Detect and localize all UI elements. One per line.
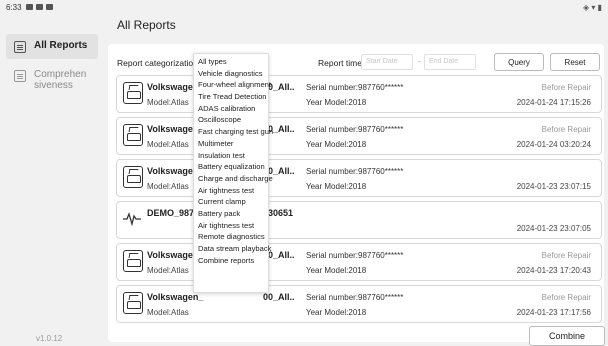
dropdown-option[interactable]: Multimeter (194, 138, 268, 150)
pulse-waveform-icon (123, 212, 141, 226)
dropdown-option[interactable]: Oscilloscope (194, 114, 268, 126)
report-time: 2024-01-24 17:15:26 (516, 98, 591, 107)
report-card[interactable]: Volkswagen_ 00_All.. Model:Atlas Serial n… (116, 75, 602, 113)
report-card[interactable]: Volkswagen_ 00_All.. Model:Atlas Serial n… (116, 243, 602, 281)
report-status: Before Repair (541, 125, 591, 134)
report-list-icon (14, 70, 26, 82)
sidebar: All Reports Comprehen siveness v1.0.12 (0, 14, 104, 346)
report-name: Volkswagen_ 00_All.. (147, 292, 295, 302)
page-title: All Reports (117, 18, 176, 32)
report-model: Model:Atlas (147, 140, 189, 149)
categorization-label: Report categorization (117, 58, 198, 68)
report-year: Year Model:2018 (306, 140, 367, 149)
dropdown-option[interactable]: ADAS calibration (194, 103, 268, 115)
dropdown-option[interactable]: Remote diagnostics (194, 231, 268, 243)
status-time: 6:33 (6, 2, 22, 12)
dropdown-option[interactable]: Battery pack (194, 208, 268, 220)
report-card[interactable]: Volkswagen_ 00_All.. Model:Atlas Serial n… (116, 159, 602, 197)
dropdown-option[interactable]: Current clamp (194, 196, 268, 208)
report-model: Model:Atlas (147, 308, 189, 317)
vehicle-diagnostics-icon (123, 292, 143, 314)
report-serial: Serial number:987760****** (306, 293, 404, 302)
dropdown-option[interactable]: All types (194, 56, 268, 68)
dropdown-option[interactable]: Four-wheel alignment (194, 79, 271, 91)
dropdown-option[interactable]: Insulation test (194, 150, 268, 162)
dropdown-option[interactable]: Fast charging test gun (194, 126, 273, 138)
dropdown-option[interactable]: Air tightness test (194, 185, 268, 197)
report-year: Year Model:2018 (306, 182, 367, 191)
dropdown-option[interactable]: Air tightness test (194, 220, 268, 232)
report-time-label: Report time (318, 58, 362, 68)
report-card[interactable]: Volkswagen_ 00_All.. Model:Atlas Serial n… (116, 285, 602, 323)
report-model: Model:Atlas (147, 266, 189, 275)
query-button[interactable]: Query (494, 53, 544, 71)
report-serial: Serial number:987760****** (306, 251, 404, 260)
report-serial: Serial number:987760****** (306, 125, 404, 134)
report-serial: Serial number:987760****** (306, 167, 404, 176)
vehicle-diagnostics-icon (123, 250, 143, 272)
report-list-icon (14, 41, 26, 53)
report-status: Before Repair (541, 251, 591, 260)
sidebar-item-comprehensiveness[interactable]: Comprehen siveness (6, 63, 98, 97)
end-date-input[interactable]: End Date (424, 54, 476, 70)
notification-icons (25, 4, 53, 10)
report-year: Year Model:2018 (306, 266, 367, 275)
sidebar-item-label: Comprehen siveness (34, 69, 87, 91)
report-year: Year Model:2018 (306, 98, 367, 107)
status-bar: 6:33 ◈ ▾ ▮ (0, 0, 608, 14)
start-date-input[interactable]: Start Date (361, 54, 413, 70)
vehicle-diagnostics-icon (123, 166, 143, 188)
report-card[interactable]: DEMO_98776 230651 2024-01-23 23:07:05 (116, 201, 602, 239)
app-version: v1.0.12 (36, 334, 63, 343)
combine-button[interactable]: Combine (529, 326, 605, 346)
date-separator: - (418, 57, 421, 66)
vehicle-diagnostics-icon (123, 82, 143, 104)
reset-button[interactable]: Reset (550, 53, 600, 71)
dropdown-option[interactable]: Combine reports (194, 255, 268, 267)
report-time: 2024-01-23 23:07:15 (516, 182, 591, 191)
report-time: 2024-01-24 03:20:24 (516, 140, 591, 149)
dropdown-option[interactable]: Battery equalization (194, 161, 268, 173)
report-serial: Serial number:987760****** (306, 83, 404, 92)
report-model: Model:Atlas (147, 98, 189, 107)
report-card[interactable]: Volkswagen_ 00_All.. Model:Atlas Serial n… (116, 117, 602, 155)
dropdown-option[interactable]: Tire Tread Detection (194, 91, 268, 103)
report-time: 2024-01-23 17:17:56 (516, 308, 591, 317)
report-time: 2024-01-23 23:07:05 (516, 224, 591, 233)
report-status: Before Repair (541, 83, 591, 92)
vehicle-diagnostics-icon (123, 124, 143, 146)
report-category-dropdown[interactable]: All types Vehicle diagnostics Four-wheel… (193, 53, 273, 293)
dropdown-option[interactable]: Data stream playback (194, 243, 271, 255)
report-year: Year Model:2018 (306, 308, 367, 317)
report-model: Model:Atlas (147, 182, 189, 191)
report-status: Before Repair (541, 293, 591, 302)
dropdown-option[interactable]: Vehicle diagnostics (194, 68, 268, 80)
system-status-icons: ◈ ▾ ▮ (582, 2, 602, 12)
sidebar-item-all-reports[interactable]: All Reports (6, 34, 98, 59)
sidebar-item-label: All Reports (34, 40, 88, 51)
dropdown-option[interactable]: Charge and discharge (194, 173, 273, 185)
report-time: 2024-01-23 17:20:43 (516, 266, 591, 275)
